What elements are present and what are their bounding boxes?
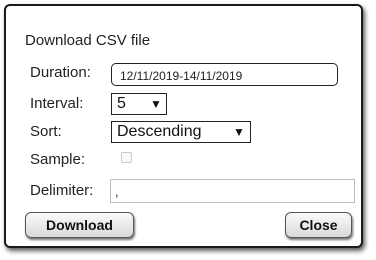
sort-value: Descending [117, 123, 202, 140]
sample-label: Sample: [30, 151, 86, 168]
chevron-down-icon: ▼ [233, 125, 245, 139]
interval-label: Interval: [30, 95, 84, 112]
sample-checkbox[interactable] [121, 152, 132, 163]
chevron-down-icon: ▼ [150, 97, 162, 111]
dialog-title: Download CSV file [25, 32, 151, 49]
sort-select[interactable]: Descending ▼ [111, 121, 251, 143]
delimiter-label: Delimiter: [30, 182, 94, 199]
download-button[interactable]: Download [25, 212, 134, 238]
interval-value: 5 [117, 95, 126, 112]
sort-label: Sort: [30, 123, 62, 140]
duration-input[interactable] [111, 63, 338, 86]
interval-select[interactable]: 5 ▼ [111, 93, 167, 115]
close-button[interactable]: Close [285, 212, 352, 238]
duration-label: Duration: [30, 64, 91, 81]
delimiter-input[interactable] [110, 179, 355, 203]
